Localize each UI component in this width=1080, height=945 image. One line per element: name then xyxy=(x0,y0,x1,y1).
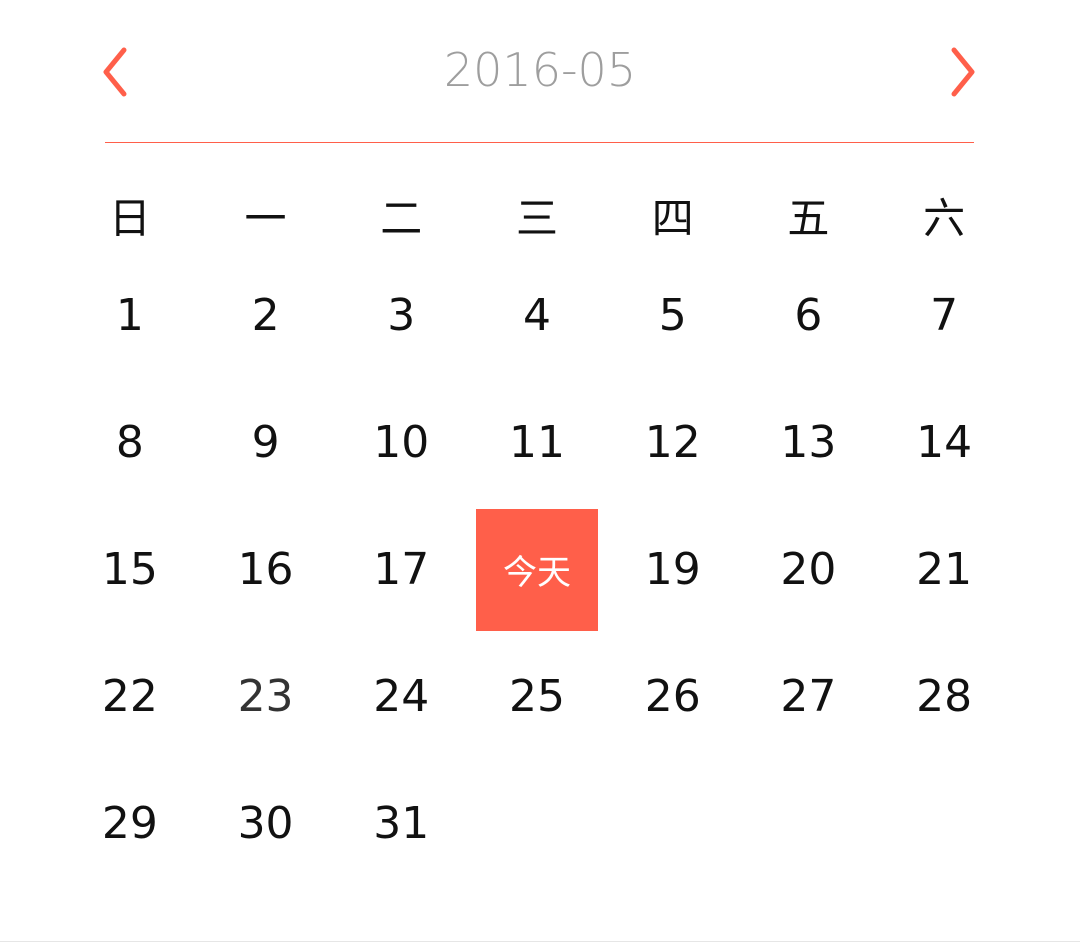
day-cell[interactable]: 20 xyxy=(741,506,877,633)
weekday-wed: 三 xyxy=(515,194,558,243)
header-divider xyxy=(105,142,974,143)
day-cell[interactable]: 22 xyxy=(62,633,198,760)
day-cell[interactable]: 14 xyxy=(876,379,1012,506)
day-cell[interactable]: 16 xyxy=(198,506,334,633)
day-cell[interactable]: 24 xyxy=(333,633,469,760)
day-cell[interactable]: 31 xyxy=(333,760,469,887)
day-cell-empty xyxy=(741,760,877,887)
chevron-left-icon xyxy=(103,47,127,97)
day-cell[interactable]: 3 xyxy=(333,252,469,379)
weekday-fri: 五 xyxy=(787,194,830,243)
weekday-thu: 四 xyxy=(651,194,694,243)
weekday-sat: 六 xyxy=(923,194,966,243)
day-cell[interactable]: 15 xyxy=(62,506,198,633)
calendar: 2016-05 日 一 二 三 四 五 六 1 2 3 4 5 6 7 8 9 … xyxy=(0,0,1080,945)
day-cell[interactable]: 11 xyxy=(469,379,605,506)
day-grid: 1 2 3 4 5 6 7 8 9 10 11 12 13 14 15 16 1… xyxy=(62,252,1012,887)
day-cell[interactable]: 12 xyxy=(605,379,741,506)
day-cell[interactable]: 2 xyxy=(198,252,334,379)
bottom-rule xyxy=(0,941,1080,942)
day-cell[interactable]: 9 xyxy=(198,379,334,506)
weekday-row: 日 一 二 三 四 五 六 xyxy=(62,186,1012,252)
day-cell[interactable]: 25 xyxy=(469,633,605,760)
day-cell[interactable]: 7 xyxy=(876,252,1012,379)
day-cell[interactable]: 29 xyxy=(62,760,198,887)
day-cell[interactable]: 1 xyxy=(62,252,198,379)
day-cell[interactable]: 6 xyxy=(741,252,877,379)
day-cell-empty xyxy=(469,760,605,887)
day-cell[interactable]: 5 xyxy=(605,252,741,379)
day-cell[interactable]: 8 xyxy=(62,379,198,506)
weekday-mon: 一 xyxy=(244,194,287,243)
day-cell-today[interactable]: 今天 xyxy=(469,506,605,633)
chevron-right-icon xyxy=(951,47,975,97)
day-cell[interactable]: 19 xyxy=(605,506,741,633)
day-cell-empty xyxy=(605,760,741,887)
day-cell[interactable]: 10 xyxy=(333,379,469,506)
day-cell[interactable]: 4 xyxy=(469,252,605,379)
weekday-tue: 二 xyxy=(380,194,423,243)
day-cell[interactable]: 26 xyxy=(605,633,741,760)
day-cell[interactable]: 13 xyxy=(741,379,877,506)
weekday-sun: 日 xyxy=(108,194,151,243)
day-cell[interactable]: 23 xyxy=(198,633,334,760)
month-title: 2016-05 xyxy=(443,43,637,97)
calendar-header: 2016-05 xyxy=(0,0,1080,142)
day-cell-empty xyxy=(876,760,1012,887)
day-cell[interactable]: 21 xyxy=(876,506,1012,633)
day-cell[interactable]: 27 xyxy=(741,633,877,760)
day-cell[interactable]: 28 xyxy=(876,633,1012,760)
today-badge: 今天 xyxy=(475,508,598,631)
next-month-button[interactable] xyxy=(942,44,982,100)
day-cell[interactable]: 17 xyxy=(333,506,469,633)
prev-month-button[interactable] xyxy=(96,44,136,100)
day-cell[interactable]: 30 xyxy=(198,760,334,887)
